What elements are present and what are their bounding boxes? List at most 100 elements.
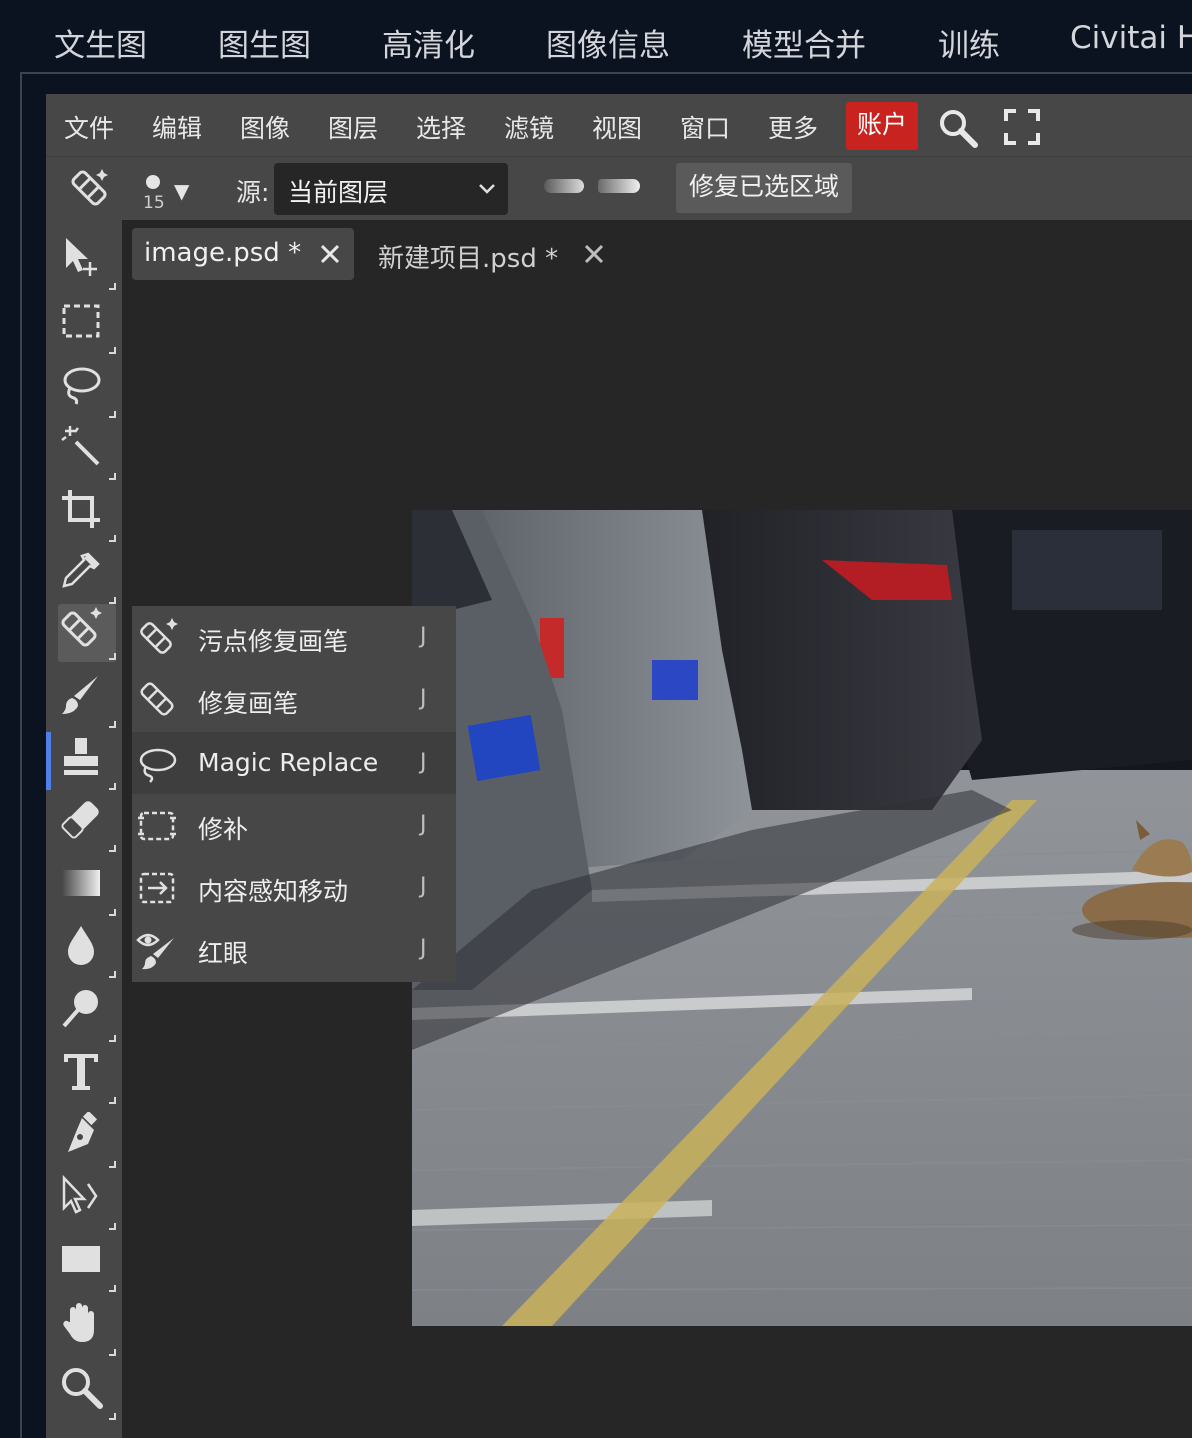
menu-layer[interactable]: 图层: [328, 109, 378, 145]
lasso-tool[interactable]: [58, 362, 116, 420]
marquee-icon: [62, 304, 100, 338]
stamp-icon: [64, 738, 98, 775]
menu-view[interactable]: 视图: [592, 109, 642, 145]
search-icon[interactable]: [936, 106, 980, 150]
rectangle-icon: [62, 1246, 100, 1272]
move-tool[interactable]: [58, 234, 116, 292]
healing-brush-icon: [61, 607, 102, 647]
magic-wand-icon: [61, 426, 100, 466]
tab-image-info[interactable]: 图像信息: [546, 20, 670, 65]
hand-tool[interactable]: [58, 1300, 116, 1358]
frame-border: [20, 72, 22, 1438]
pen-icon: [68, 1110, 98, 1152]
eraser-icon: [61, 801, 99, 839]
shortcut-key: J: [420, 750, 427, 775]
close-icon[interactable]: [582, 242, 606, 266]
canvas-image[interactable]: [412, 510, 1192, 1326]
current-tool-icon[interactable]: [66, 165, 112, 211]
flyout-label: 污点修复画笔: [198, 627, 349, 656]
chevron-down-icon: [479, 184, 495, 194]
dodge-icon: [62, 990, 98, 1028]
flyout-label: 修补: [198, 815, 249, 844]
tab-train[interactable]: 训练: [938, 20, 1000, 65]
gradient-icon: [62, 870, 100, 896]
menu-select[interactable]: 选择: [416, 109, 466, 145]
tool-panel: [46, 220, 122, 1438]
source-select-value: 当前图层: [288, 178, 389, 207]
tab-txt2img[interactable]: 文生图: [54, 20, 147, 65]
move-icon: [66, 238, 97, 276]
tool-options-bar: 15 ▼ 源: 当前图层 修复已选区域: [46, 156, 1192, 220]
menu-window[interactable]: 窗口: [680, 109, 730, 145]
zoom-tool[interactable]: [58, 1364, 116, 1422]
heal-selection-button[interactable]: 修复已选区域: [676, 163, 852, 213]
flyout-label: 内容感知移动: [198, 877, 349, 906]
path-select-tool[interactable]: [58, 1174, 116, 1232]
stroke-preset-2[interactable]: [598, 179, 640, 193]
stroke-preset-1[interactable]: [544, 179, 584, 193]
active-tool-indicator: [46, 732, 51, 790]
flyout-item-red-eye[interactable]: 红眼 J: [132, 918, 456, 980]
spot-healing-icon: [140, 618, 178, 654]
account-button[interactable]: 账户: [846, 102, 918, 150]
eraser-tool[interactable]: [58, 796, 116, 854]
source-select[interactable]: 当前图层: [274, 163, 508, 215]
zoom-icon: [62, 1368, 103, 1409]
close-icon[interactable]: [318, 242, 342, 266]
brush-dropdown-arrow[interactable]: ▼: [174, 179, 189, 203]
brush-tool[interactable]: [58, 672, 116, 730]
source-label: 源:: [236, 178, 270, 207]
type-icon: [64, 1054, 98, 1090]
shortcut-key: J: [420, 812, 427, 837]
tab-upscale[interactable]: 高清化: [382, 20, 475, 65]
crop-icon: [62, 490, 100, 528]
flyout-label: Magic Replace: [198, 748, 379, 777]
eyedropper-icon: [62, 552, 100, 588]
flyout-label: 修复画笔: [198, 689, 299, 718]
healing-tool[interactable]: [58, 604, 116, 662]
flyout-item-magic-replace[interactable]: Magic Replace J: [132, 732, 456, 794]
menu-file[interactable]: 文件: [64, 109, 114, 145]
blur-tool[interactable]: [58, 922, 116, 980]
doc-tab-label: image.psd *: [144, 238, 302, 268]
menu-image[interactable]: 图像: [240, 109, 290, 145]
tab-img2img[interactable]: 图生图: [218, 20, 311, 65]
hand-icon: [63, 1303, 94, 1342]
dodge-tool[interactable]: [58, 986, 116, 1044]
flyout-label: 红眼: [198, 939, 249, 968]
blur-icon: [68, 926, 94, 965]
shortcut-key: J: [420, 624, 427, 649]
menu-filter[interactable]: 滤镜: [504, 109, 554, 145]
flyout-item-healing-brush[interactable]: 修复画笔 J: [132, 668, 456, 730]
menu-more[interactable]: 更多: [768, 109, 818, 145]
menu-bar: 文件 编辑 图像 图层 选择 滤镜 视图 窗口 更多 账户: [46, 94, 1192, 156]
content-aware-move-icon: [139, 872, 175, 904]
brush-icon: [62, 676, 98, 714]
shortcut-key: J: [420, 686, 427, 711]
flyout-item-content-aware-move[interactable]: 内容感知移动 J: [132, 856, 456, 918]
flyout-item-spot-healing[interactable]: 污点修复画笔 J: [132, 606, 456, 668]
doc-tab-new-project[interactable]: 新建项目.psd *: [378, 238, 558, 275]
menu-edit[interactable]: 编辑: [152, 109, 202, 145]
doc-tab-image[interactable]: image.psd *: [132, 228, 354, 280]
type-tool[interactable]: [58, 1048, 116, 1106]
flyout-item-patch[interactable]: 修补 J: [132, 794, 456, 856]
crop-tool[interactable]: [58, 486, 116, 544]
red-eye-icon: [136, 933, 174, 970]
gradient-tool[interactable]: [58, 860, 116, 918]
tab-civitai[interactable]: Civitai He: [1070, 20, 1192, 56]
frame-divider: [20, 72, 1192, 74]
magic-wand-tool[interactable]: [58, 424, 116, 482]
brush-preview[interactable]: [146, 175, 160, 189]
pen-tool[interactable]: [58, 1110, 116, 1170]
patch-icon: [138, 811, 176, 841]
shortcut-key: J: [420, 936, 427, 961]
fullscreen-icon[interactable]: [1004, 109, 1040, 145]
eyedropper-tool[interactable]: [58, 548, 116, 606]
stamp-tool[interactable]: [58, 734, 116, 792]
rectangle-tool[interactable]: [58, 1236, 116, 1294]
marquee-tool[interactable]: [58, 298, 116, 356]
brush-size-value[interactable]: 15: [143, 193, 165, 213]
path-select-icon: [62, 1174, 98, 1214]
tab-model-merge[interactable]: 模型合并: [742, 20, 866, 65]
